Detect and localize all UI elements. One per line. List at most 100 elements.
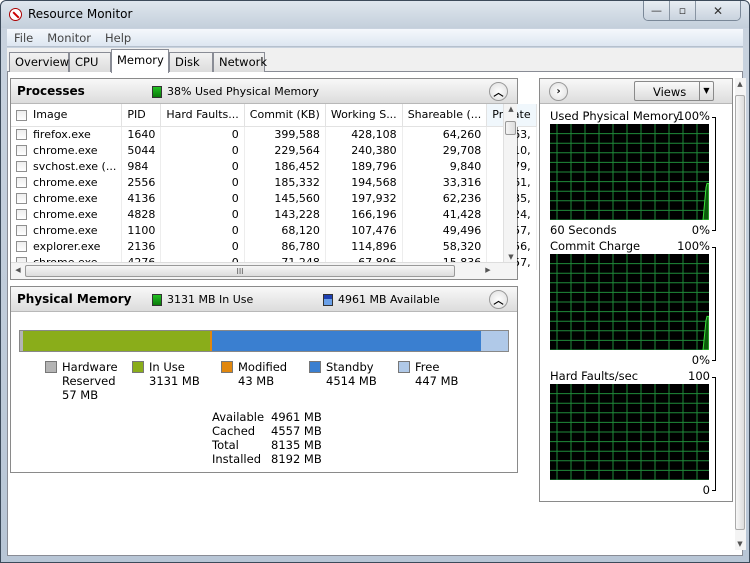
process-checkbox[interactable] bbox=[16, 145, 27, 156]
legend-value: 57 MB bbox=[62, 388, 99, 402]
process-cell: 984 bbox=[121, 158, 162, 174]
scroll-up-arrow-icon[interactable]: ▲ bbox=[504, 105, 518, 113]
graph-max-label: 100% bbox=[677, 239, 710, 253]
graph-panel-header: › Views ▼ bbox=[540, 79, 732, 104]
process-row[interactable]: firefox.exe 1640 0 399,588 428,108 64,260 363, bbox=[11, 126, 537, 142]
tab-memory[interactable]: Memory bbox=[111, 49, 169, 73]
process-cell: 186,452 bbox=[244, 158, 326, 174]
memory-bar-segment-standby bbox=[212, 331, 482, 351]
column-header-shareable[interactable]: Shareable (... bbox=[402, 104, 488, 127]
processes-vertical-scrollbar[interactable]: ▲ ▼ bbox=[503, 104, 517, 262]
column-label: Image bbox=[33, 108, 68, 122]
views-dropdown[interactable]: Views ▼ bbox=[634, 81, 714, 101]
graph-canvas bbox=[550, 124, 709, 220]
collapse-processes-button[interactable]: ︿ bbox=[489, 82, 508, 101]
vertical-scroll-thumb[interactable] bbox=[505, 121, 516, 135]
column-header-commit[interactable]: Commit (KB) bbox=[244, 104, 326, 127]
tab-overview[interactable]: Overview bbox=[9, 52, 69, 72]
process-cell: 49,496 bbox=[402, 222, 488, 238]
process-image-name: chrome.exe bbox=[33, 223, 98, 237]
graph-title: Commit Charge bbox=[550, 239, 641, 253]
process-cell: 0 bbox=[160, 142, 245, 158]
legend-swatch-icon bbox=[398, 361, 410, 373]
process-image-name: chrome.exe bbox=[33, 143, 98, 157]
collapse-graphs-button[interactable]: › bbox=[549, 82, 568, 101]
horizontal-scroll-thumb[interactable]: III bbox=[25, 265, 455, 277]
tab-cpu[interactable]: CPU bbox=[69, 52, 111, 72]
process-cell: 194,568 bbox=[325, 174, 403, 190]
process-checkbox[interactable] bbox=[16, 161, 27, 172]
graph-panel: › Views ▼ Used Physical Memory 100% 60 Sec… bbox=[539, 78, 733, 502]
column-header-image[interactable]: Image bbox=[11, 104, 123, 127]
graph-scale-bracket bbox=[712, 247, 716, 361]
maximize-button[interactable]: ▫ bbox=[670, 1, 696, 20]
scroll-right-arrow-icon[interactable]: ▶ bbox=[481, 266, 495, 274]
select-all-checkbox[interactable] bbox=[16, 109, 27, 121]
physical-memory-header[interactable]: Physical Memory 3131 MB In Use 4961 MB A… bbox=[11, 287, 517, 312]
legend-text: In Use 3131 MB bbox=[149, 360, 200, 388]
chevron-right-icon: › bbox=[556, 86, 561, 97]
summary-value: 4557 MB bbox=[271, 424, 322, 438]
legend-label: Free bbox=[415, 360, 440, 374]
column-header-working-set[interactable]: Working S... bbox=[325, 104, 403, 127]
column-header-pid[interactable]: PID bbox=[121, 104, 162, 127]
process-checkbox[interactable] bbox=[16, 177, 27, 188]
scroll-up-arrow-icon[interactable]: ▲ bbox=[733, 80, 747, 88]
process-cell: 2556 bbox=[121, 174, 162, 190]
tab-network[interactable]: Network bbox=[213, 52, 267, 72]
processes-header[interactable]: Processes 38% Used Physical Memory ︿ bbox=[11, 79, 517, 104]
process-row[interactable]: chrome.exe 1100 0 68,120 107,476 49,496 57, bbox=[11, 222, 537, 238]
process-row[interactable]: explorer.exe 2136 0 86,780 114,896 58,320 56, bbox=[11, 238, 537, 254]
process-checkbox[interactable] bbox=[16, 225, 27, 236]
menu-file[interactable]: File bbox=[7, 31, 40, 45]
summary-key: Total bbox=[212, 438, 239, 452]
minimize-button[interactable]: — bbox=[644, 1, 670, 20]
menu-monitor[interactable]: Monitor bbox=[40, 31, 98, 45]
process-cell: 1640 bbox=[121, 126, 162, 142]
process-row[interactable]: chrome.exe 5044 0 229,564 240,380 29,708 210, bbox=[11, 142, 537, 158]
process-image-cell: chrome.exe bbox=[11, 222, 123, 238]
graph-min-label: 0% bbox=[691, 223, 710, 237]
process-image-name: chrome.exe bbox=[33, 191, 98, 205]
process-checkbox[interactable] bbox=[16, 209, 27, 220]
process-cell: 166,196 bbox=[325, 206, 403, 222]
process-cell: 68,120 bbox=[244, 222, 326, 238]
process-cell: 2136 bbox=[121, 238, 162, 254]
process-row[interactable]: chrome.exe 2556 0 185,332 194,568 33,316 161, bbox=[11, 174, 537, 190]
collapse-physical-memory-button[interactable]: ︿ bbox=[489, 290, 508, 309]
process-image-name: firefox.exe bbox=[33, 127, 91, 141]
process-checkbox[interactable] bbox=[16, 241, 27, 252]
process-image-cell: explorer.exe bbox=[11, 238, 123, 254]
graph-used-physical-memory: Used Physical Memory 100% 60 Seconds 0% bbox=[550, 109, 722, 239]
process-cell: 0 bbox=[160, 158, 245, 174]
process-row[interactable]: chrome.exe 4828 0 143,228 166,196 41,428 124, bbox=[11, 206, 537, 222]
process-row[interactable]: svchost.exe (... 984 0 186,452 189,796 9,840 1… bbox=[11, 158, 537, 174]
resource-monitor-window: Resource Monitor — ▫ ✕ File Monitor Help… bbox=[0, 0, 750, 563]
scroll-down-arrow-icon[interactable]: ▼ bbox=[733, 540, 747, 548]
window-title: Resource Monitor bbox=[28, 7, 133, 21]
close-button[interactable]: ✕ bbox=[696, 1, 740, 20]
process-row[interactable]: chrome.exe 4136 0 145,560 197,932 62,236 135, bbox=[11, 190, 537, 206]
scroll-grip-icon: III bbox=[236, 267, 244, 276]
process-cell: 0 bbox=[160, 126, 245, 142]
scroll-left-arrow-icon[interactable]: ◀ bbox=[11, 266, 25, 274]
process-checkbox[interactable] bbox=[16, 193, 27, 204]
graph-max-label: 100 bbox=[688, 369, 710, 383]
minimize-icon: — bbox=[651, 4, 662, 17]
process-cell: 5044 bbox=[121, 142, 162, 158]
scroll-down-arrow-icon[interactable]: ▼ bbox=[504, 253, 518, 261]
processes-horizontal-scrollbar[interactable]: ◀ III ▶ bbox=[11, 262, 517, 279]
process-checkbox[interactable] bbox=[16, 129, 27, 141]
graph-panel-scrollbar[interactable]: ▲ ▼ bbox=[735, 78, 746, 550]
graph-canvas bbox=[550, 254, 709, 350]
graph-scroll-thumb[interactable] bbox=[735, 95, 745, 530]
tab-disk[interactable]: Disk bbox=[169, 52, 213, 72]
in-use-text: 3131 MB In Use bbox=[167, 293, 254, 306]
process-cell: 29,708 bbox=[402, 142, 488, 158]
column-header-hard-faults[interactable]: Hard Faults... bbox=[160, 104, 245, 127]
summary-key: Installed bbox=[212, 452, 261, 466]
legend-text: Standby 4514 MB bbox=[326, 360, 377, 388]
menu-help[interactable]: Help bbox=[98, 31, 138, 45]
available-stat: 4961 MB Available bbox=[323, 293, 440, 306]
legend-text: Hardware Reserved 57 MB bbox=[62, 360, 118, 402]
